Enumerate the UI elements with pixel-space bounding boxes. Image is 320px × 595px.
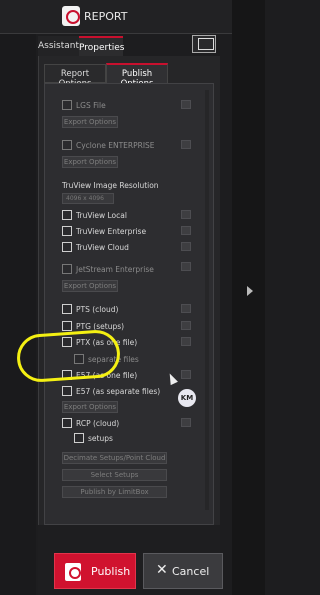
truview-resolution-label: TruView Image Resolution xyxy=(62,181,159,190)
e57-one-file-settings-button[interactable] xyxy=(181,370,191,379)
ptx-settings-button[interactable] xyxy=(181,337,191,346)
rcp-label: RCP (cloud) xyxy=(76,419,120,428)
header-bar: REPORT xyxy=(0,0,232,34)
tab-publish-options[interactable]: Publish Options xyxy=(106,63,168,89)
rcp-checkbox[interactable] xyxy=(62,418,72,428)
publish-button[interactable]: Publish xyxy=(54,553,136,589)
tab-properties[interactable]: Properties xyxy=(79,36,124,56)
truview-resolution-select[interactable]: 4096 x 4096 xyxy=(62,193,114,204)
rcp-setups-checkbox[interactable] xyxy=(74,433,84,443)
jetstream-checkbox[interactable] xyxy=(62,264,72,274)
report-icon xyxy=(62,6,80,26)
publish-by-limitbox-button[interactable]: Publish by LimitBox xyxy=(62,486,167,498)
truview-local-checkbox[interactable] xyxy=(62,210,72,220)
cancel-button[interactable]: ✕ Cancel xyxy=(143,553,223,589)
window-toggle-icon[interactable] xyxy=(192,35,216,53)
expand-arrow-icon[interactable] xyxy=(247,286,253,296)
truview-enterprise-label: TruView Enterprise xyxy=(76,227,147,236)
ptg-checkbox[interactable] xyxy=(62,321,72,331)
pts-settings-button[interactable] xyxy=(181,304,191,313)
cyclone-settings-button[interactable] xyxy=(181,140,191,149)
truview-local-label: TruView Local xyxy=(76,211,127,220)
header-title: REPORT xyxy=(84,10,128,23)
pts-label: PTS (cloud) xyxy=(76,305,119,314)
truview-local-settings-button[interactable] xyxy=(181,210,191,219)
publish-label: Publish xyxy=(91,565,131,578)
select-setups-button[interactable]: Select Setups xyxy=(62,469,167,481)
lgs-settings-button[interactable] xyxy=(181,100,191,109)
decimate-button[interactable]: Decimate Setups/Point Cloud xyxy=(62,452,167,464)
e57-separate-files-checkbox[interactable] xyxy=(62,386,72,396)
pts-checkbox[interactable] xyxy=(62,304,72,314)
cyclone-export-options-button[interactable]: Export Options xyxy=(62,156,118,168)
scrollbar[interactable] xyxy=(205,90,209,510)
lgs-label: LGS File xyxy=(76,101,106,110)
close-icon: ✕ xyxy=(156,562,168,578)
right-strip xyxy=(232,0,265,595)
highlight-annotation xyxy=(15,328,122,384)
tab-report-options[interactable]: Report Options xyxy=(44,64,106,89)
cyclone-checkbox[interactable] xyxy=(62,140,72,150)
jetstream-export-options-button[interactable]: Export Options xyxy=(62,280,118,292)
truview-enterprise-settings-button[interactable] xyxy=(181,226,191,235)
lgs-checkbox[interactable] xyxy=(62,100,72,110)
cyclone-label: Cyclone ENTERPRISE xyxy=(76,141,155,150)
jetstream-label: JetStream Enterprise xyxy=(76,265,154,274)
left-strip xyxy=(0,34,36,595)
jetstream-settings-button[interactable] xyxy=(181,262,191,271)
rcp-setups-label: setups xyxy=(88,434,113,443)
rcp-settings-button[interactable] xyxy=(181,418,191,427)
e57-separate-files-label: E57 (as separate files) xyxy=(76,387,161,396)
truview-cloud-label: TruView Cloud xyxy=(76,243,129,252)
ptg-settings-button[interactable] xyxy=(181,321,191,330)
truview-cloud-settings-button[interactable] xyxy=(181,242,191,251)
cancel-label: Cancel xyxy=(172,565,210,578)
lgs-export-options-button[interactable]: Export Options xyxy=(62,116,118,128)
report-window: REPORT Assistant Properties Report Optio… xyxy=(0,0,265,595)
user-avatar-badge: KM xyxy=(178,389,196,407)
tab-assistant[interactable]: Assistant xyxy=(38,36,79,56)
truview-cloud-checkbox[interactable] xyxy=(62,242,72,252)
publish-icon xyxy=(65,563,81,581)
e57-export-options-button[interactable]: Export Options xyxy=(62,401,118,413)
truview-enterprise-checkbox[interactable] xyxy=(62,226,72,236)
